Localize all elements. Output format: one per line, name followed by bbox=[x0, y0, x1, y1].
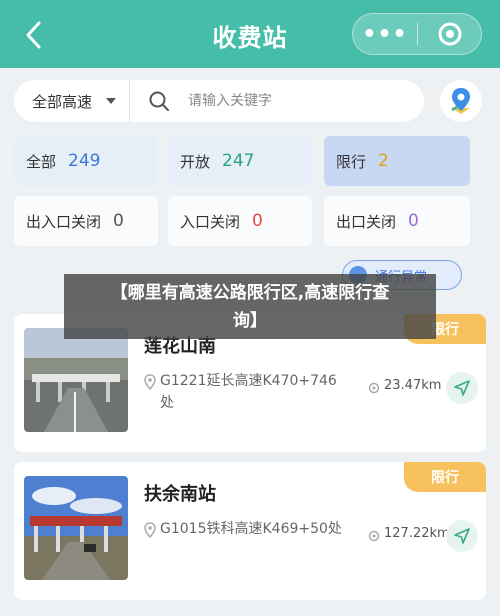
search-input[interactable] bbox=[188, 93, 408, 109]
distance-icon bbox=[368, 530, 380, 542]
station-distance: 127.22km bbox=[384, 526, 450, 541]
highway-filter-dropdown[interactable]: 全部高速 bbox=[14, 80, 130, 122]
station-name: 扶余南站 bbox=[144, 484, 216, 505]
distance-icon bbox=[368, 382, 380, 394]
stat-label: 开放 bbox=[180, 152, 211, 171]
navigate-button[interactable] bbox=[446, 520, 478, 552]
stat-label: 限行 bbox=[336, 152, 367, 171]
stat-label: 出口关闭 bbox=[336, 212, 397, 231]
status-badge: 限行 bbox=[404, 462, 486, 492]
navigation-arrow-icon bbox=[454, 528, 470, 544]
stat-label: 全部 bbox=[26, 152, 57, 171]
navigate-button[interactable] bbox=[446, 372, 478, 404]
header-bar: 收费站 ••• bbox=[0, 0, 500, 68]
more-button[interactable]: ••• bbox=[353, 14, 417, 54]
stat-count: 2 bbox=[378, 151, 389, 171]
stat-restricted[interactable]: 限行 2 bbox=[324, 136, 470, 186]
map-button[interactable] bbox=[440, 80, 482, 122]
search-icon bbox=[149, 91, 169, 111]
miniapp-capsule: ••• bbox=[352, 13, 482, 55]
navigation-arrow-icon bbox=[454, 380, 470, 396]
search-bar: 全部高速 bbox=[14, 80, 424, 122]
stat-label: 出入口关闭 bbox=[26, 212, 102, 231]
stat-count: 249 bbox=[68, 151, 101, 171]
stat-count: 247 bbox=[222, 151, 255, 171]
location-pin-icon bbox=[144, 522, 156, 538]
stat-all[interactable]: 全部 249 bbox=[14, 136, 158, 186]
filter-value: 全部高速 bbox=[32, 92, 93, 111]
stat-label: 入口关闭 bbox=[180, 212, 241, 231]
stat-count: 0 bbox=[408, 211, 419, 231]
stat-open[interactable]: 开放 247 bbox=[168, 136, 312, 186]
close-miniapp-button[interactable] bbox=[418, 14, 481, 54]
station-distance: 23.47km bbox=[384, 378, 442, 393]
station-card[interactable]: 扶余南站 限行 G1015铁科高速K469+50处 127.22km bbox=[14, 462, 486, 600]
station-address: G1015铁科高速K469+50处 bbox=[160, 521, 342, 537]
station-photo bbox=[24, 328, 128, 432]
banner-line-1: 【哪里有高速公路限行区,高速限行查 bbox=[110, 283, 390, 303]
stat-entrance-closed[interactable]: 入口关闭 0 bbox=[168, 196, 312, 246]
stat-count: 0 bbox=[113, 211, 124, 231]
station-photo bbox=[24, 476, 128, 580]
location-pin-icon bbox=[144, 374, 156, 390]
station-address: G1221延长高速K470+746处 bbox=[160, 373, 337, 411]
stat-exit-closed[interactable]: 出口关闭 0 bbox=[324, 196, 470, 246]
stat-count: 0 bbox=[252, 211, 263, 231]
caret-down-icon bbox=[106, 98, 117, 104]
stat-entrance-exit-closed[interactable]: 出入口关闭 0 bbox=[14, 196, 158, 246]
target-icon bbox=[438, 22, 461, 46]
article-title-banner: 【哪里有高速公路限行区,高速限行查 询】 bbox=[64, 274, 436, 339]
banner-line-2: 询】 bbox=[233, 311, 267, 331]
map-pin-icon bbox=[451, 88, 470, 114]
